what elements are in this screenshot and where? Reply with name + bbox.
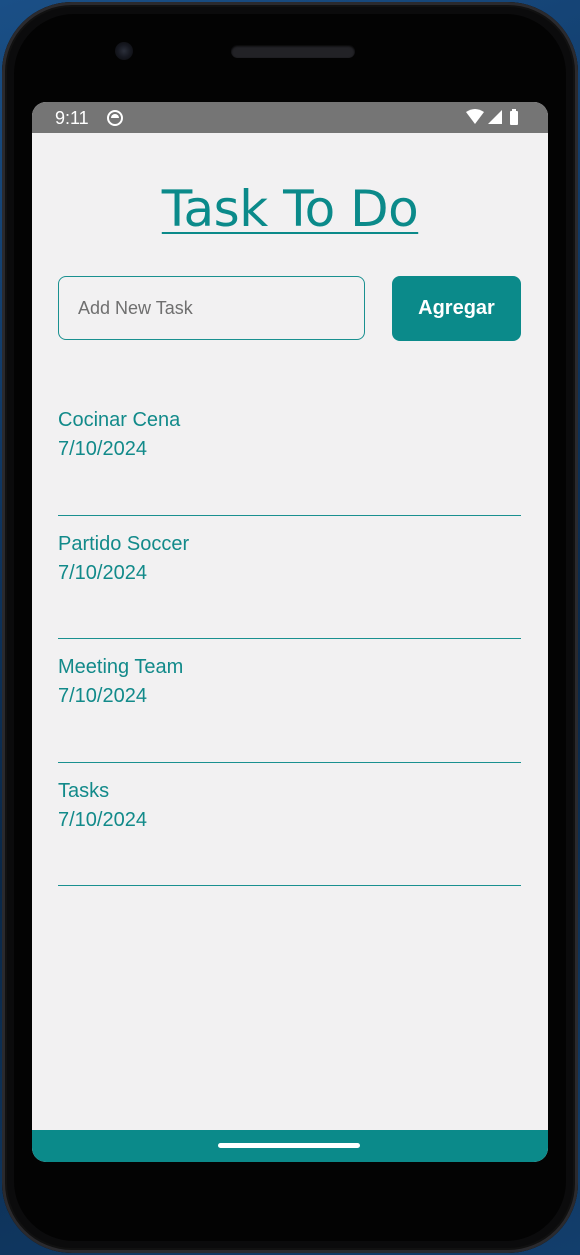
app-notification-icon (107, 110, 123, 126)
task-date: 7/10/2024 (58, 685, 147, 707)
cellular-signal-icon (488, 110, 502, 124)
task-name: Tasks (58, 779, 110, 802)
task-item[interactable]: Tasks 7/10/2024 (58, 763, 521, 886)
task-item[interactable]: Meeting Team 7/10/2024 (58, 639, 521, 763)
add-task-button[interactable]: Agregar (392, 276, 521, 341)
earpiece-speaker (231, 45, 355, 58)
status-icons (466, 109, 518, 125)
app-screen: 9:11 Task To Do Agregar Cocinar Cena 7/1… (32, 102, 548, 1162)
task-list: Cocinar Cena 7/10/2024 Partido Soccer 7/… (58, 392, 521, 886)
front-camera (115, 42, 133, 60)
task-name: Partido Soccer (58, 532, 190, 555)
task-date: 7/10/2024 (58, 561, 147, 584)
new-task-input[interactable] (58, 276, 365, 340)
home-indicator[interactable] (218, 1143, 360, 1148)
task-date: 7/10/2024 (58, 808, 147, 831)
battery-icon (510, 109, 518, 125)
task-name: Meeting Team (58, 656, 184, 678)
wifi-icon (466, 109, 484, 124)
task-item[interactable]: Cocinar Cena 7/10/2024 (58, 392, 521, 516)
task-item[interactable]: Partido Soccer 7/10/2024 (58, 516, 521, 639)
status-bar: 9:11 (32, 102, 548, 133)
status-time: 9:11 (55, 108, 89, 128)
navigation-bar (32, 1130, 548, 1162)
task-date: 7/10/2024 (58, 438, 147, 460)
task-name: Cocinar Cena (58, 409, 181, 431)
page-title: Task To Do (161, 180, 419, 238)
